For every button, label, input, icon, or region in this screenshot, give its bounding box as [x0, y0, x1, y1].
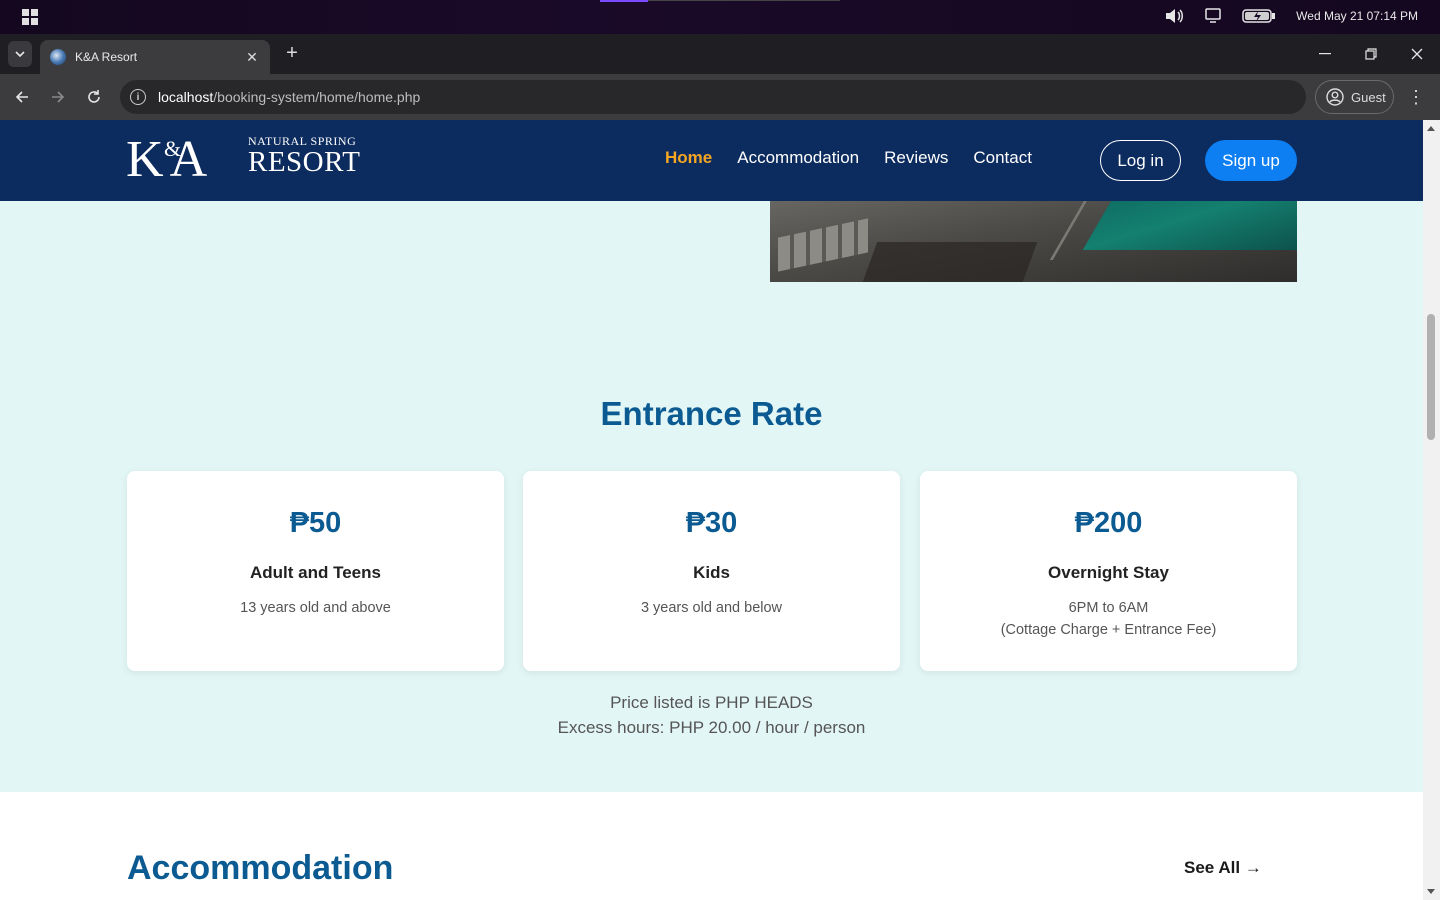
window-controls	[1302, 34, 1440, 74]
rate-description: 3 years old and below	[523, 597, 900, 619]
url-host: localhost	[158, 89, 214, 105]
rate-label: Kids	[693, 563, 730, 582]
clock[interactable]: Wed May 21 07:14 PM	[1296, 9, 1418, 23]
browser-menu-icon[interactable]: ⋮	[1406, 86, 1426, 108]
accommodation-section: Accommodation See All →	[0, 792, 1423, 900]
site-info-icon[interactable]: i	[130, 89, 146, 105]
excess-hours-note: Excess hours: PHP 20.00 / hour / person	[557, 718, 866, 737]
browser-toolbar: i localhost/booking-system/home/home.php…	[0, 74, 1440, 120]
site-favicon-icon	[50, 49, 66, 65]
profile-icon	[1326, 88, 1344, 106]
rate-desc-line: 13 years old and above	[240, 600, 391, 616]
rate-desc-line: 3 years old and below	[640, 600, 783, 616]
browser-tabstrip: K&A Resort ✕ +	[0, 34, 1440, 74]
nav-reviews[interactable]: Reviews	[884, 148, 948, 168]
nav-accommodation[interactable]: Accommodation	[737, 148, 859, 168]
scroll-down-arrow-icon[interactable]	[1427, 889, 1435, 894]
battery-charging-icon[interactable]	[1242, 8, 1276, 24]
profile-button[interactable]: Guest	[1315, 80, 1394, 114]
rate-price: ₱30	[685, 507, 738, 539]
entrance-rate-title: Entrance Rate	[600, 395, 823, 432]
browser-tab-active[interactable]: K&A Resort ✕	[40, 40, 270, 74]
resort-logo[interactable]: K A & NATURAL SPRING RESORT	[126, 132, 361, 190]
pool-photo	[770, 190, 1297, 282]
tab-title: K&A Resort	[75, 50, 138, 64]
scrollbar-thumb[interactable]	[1427, 314, 1435, 440]
display-icon[interactable]	[1204, 8, 1222, 24]
login-button[interactable]: Log in	[1100, 140, 1181, 181]
rate-price: ₱50	[289, 507, 342, 539]
close-tab-icon[interactable]: ✕	[244, 49, 260, 65]
accommodation-title: Accommodation	[127, 849, 394, 887]
rate-card-kids: ₱30 Kids 3 years old and below	[523, 471, 900, 671]
rate-label: Overnight Stay	[1048, 563, 1169, 582]
rate-desc-line: (Cottage Charge + Entrance Fee)	[1000, 622, 1217, 638]
reload-icon[interactable]	[83, 86, 105, 108]
address-bar[interactable]: i localhost/booking-system/home/home.php	[120, 80, 1306, 114]
site-header: K A & NATURAL SPRING RESORT Home Accommo…	[0, 120, 1423, 201]
nav-home[interactable]: Home	[665, 148, 712, 168]
taskbar-accent	[600, 0, 648, 2]
minimize-icon[interactable]	[1302, 34, 1348, 74]
rate-desc-line: 6PM to 6AM	[1068, 600, 1149, 616]
taskbar-divider	[648, 0, 840, 1]
signup-button[interactable]: Sign up	[1205, 140, 1297, 181]
rate-price: ₱200	[1074, 507, 1143, 539]
restore-icon[interactable]	[1348, 34, 1394, 74]
see-all-link[interactable]: See All →	[1184, 858, 1262, 878]
rate-description: 6PM to 6AM (Cottage Charge + Entrance Fe…	[920, 597, 1297, 641]
tab-search-button[interactable]	[8, 41, 32, 67]
rate-card-overnight: ₱200 Overnight Stay 6PM to 6AM (Cottage …	[920, 471, 1297, 671]
forward-arrow-icon[interactable]	[47, 86, 69, 108]
price-note: Price listed is PHP HEADS	[610, 693, 813, 712]
logo-ampersand: &	[164, 136, 182, 161]
system-tray: Wed May 21 07:14 PM	[1164, 8, 1418, 24]
back-arrow-icon[interactable]	[11, 86, 33, 108]
nav-contact[interactable]: Contact	[973, 148, 1032, 168]
rate-card-adult: ₱50 Adult and Teens 13 years old and abo…	[127, 471, 504, 671]
rate-label: Adult and Teens	[250, 563, 381, 582]
close-window-icon[interactable]	[1394, 34, 1440, 74]
main-nav: Home Accommodation Reviews Contact	[665, 148, 1032, 168]
windows-start-icon[interactable]	[22, 9, 38, 25]
page-viewport: K A & NATURAL SPRING RESORT Home Accommo…	[0, 120, 1423, 900]
os-taskbar: Wed May 21 07:14 PM	[0, 0, 1440, 34]
logo-name: RESORT	[248, 146, 361, 178]
new-tab-button[interactable]: +	[282, 43, 302, 64]
volume-icon[interactable]	[1164, 8, 1184, 24]
url-path: /booking-system/home/home.php	[213, 89, 421, 105]
scroll-up-arrow-icon[interactable]	[1427, 126, 1435, 131]
rate-description: 13 years old and above	[127, 597, 504, 619]
profile-label: Guest	[1351, 89, 1386, 105]
page-scrollbar[interactable]	[1423, 120, 1440, 900]
